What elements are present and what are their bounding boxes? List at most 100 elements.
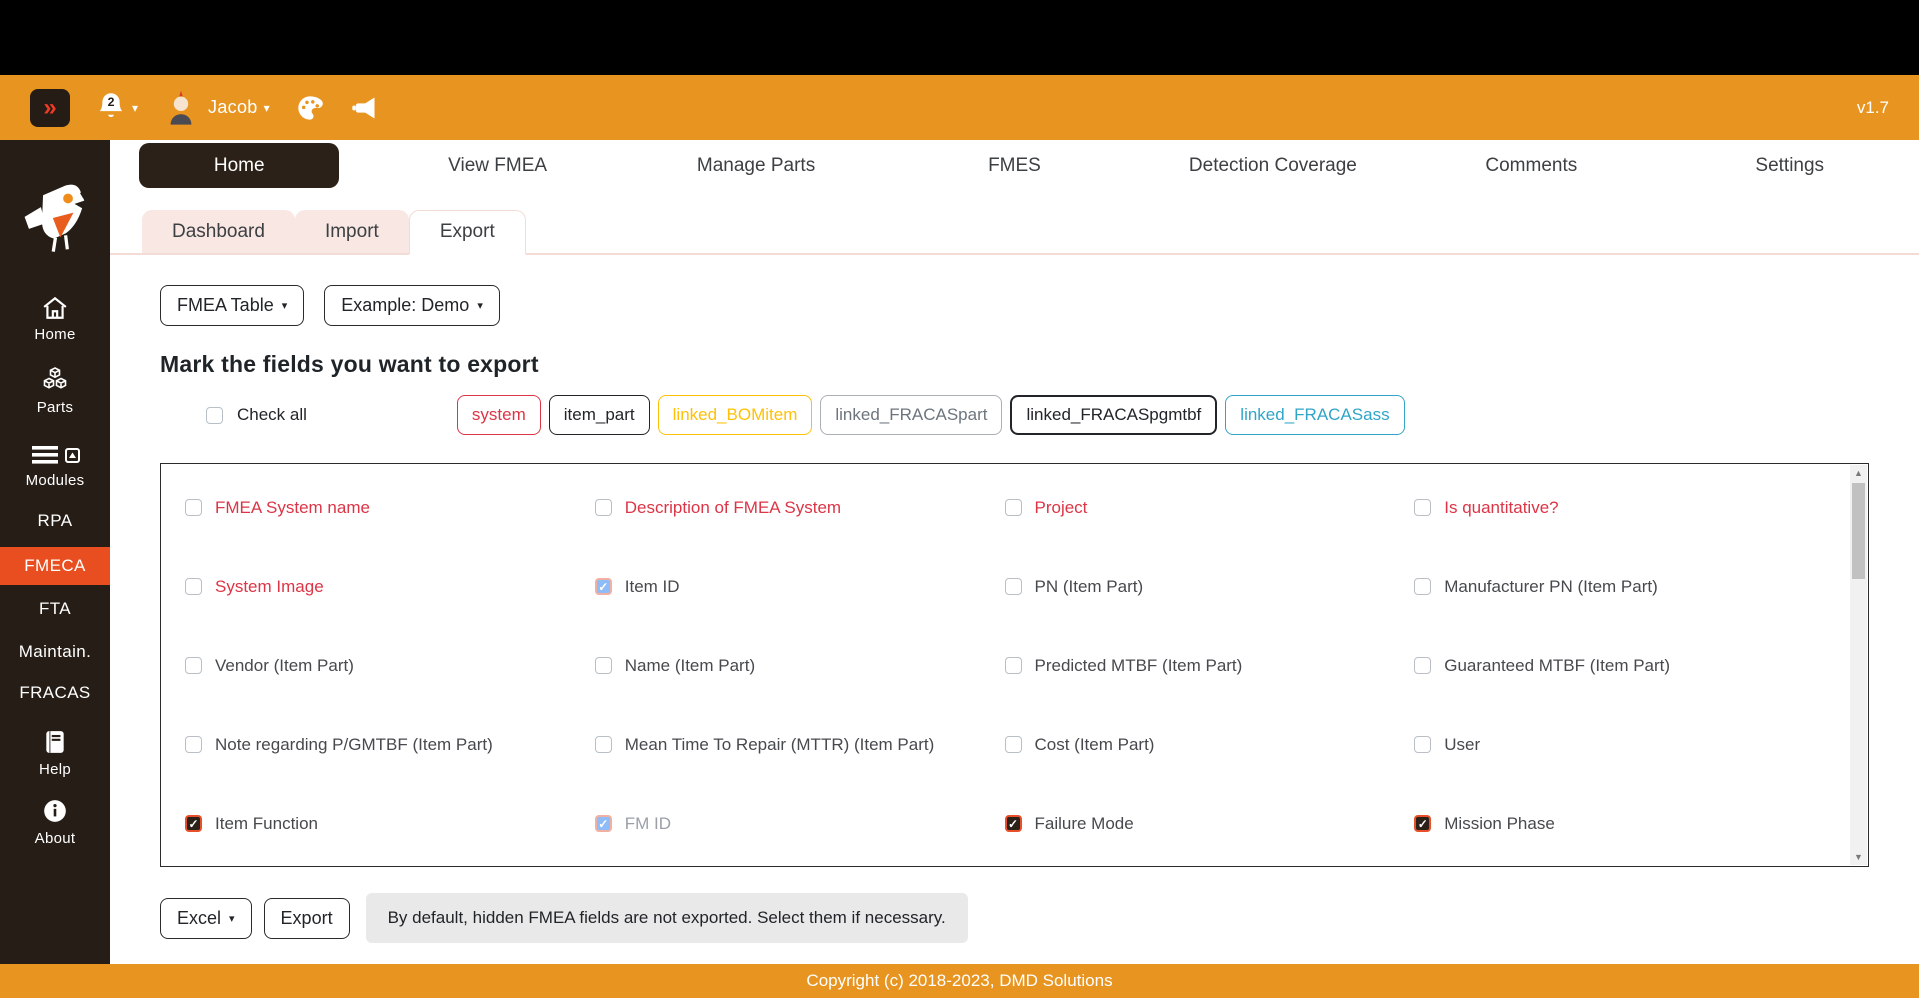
check-all-label: Check all (237, 405, 307, 425)
export-note: By default, hidden FMEA fields are not e… (366, 893, 968, 943)
checkbox[interactable] (595, 578, 612, 595)
menu-bars-icon (31, 444, 59, 466)
checkbox[interactable] (1414, 657, 1431, 674)
help-book-icon (42, 729, 68, 755)
sidebar-collapse-button[interactable]: » (30, 89, 70, 127)
field-fm-id[interactable]: FM ID (595, 814, 1005, 834)
badge-linked-bomitem[interactable]: linked_BOMitem (658, 395, 813, 435)
sidebar-item-modules[interactable]: Modules (0, 444, 110, 489)
field-project[interactable]: Project (1005, 498, 1415, 518)
tab-manage-parts[interactable]: Manage Parts (627, 143, 885, 188)
main-content: Home View FMEA Manage Parts FMES Detecti… (110, 140, 1919, 964)
user-avatar[interactable] (164, 90, 198, 126)
username[interactable]: Jacob (208, 97, 258, 118)
field-failure-mode[interactable]: Failure Mode (1005, 814, 1415, 834)
sidebar-item-help[interactable]: Help (0, 729, 110, 778)
badge-system[interactable]: system (457, 395, 541, 435)
checkbox[interactable] (185, 578, 202, 595)
field-cost-item-part[interactable]: Cost (Item Part) (1005, 735, 1415, 755)
field-is-quantitative[interactable]: Is quantitative? (1414, 498, 1824, 518)
example-dropdown[interactable]: Example: Demo ▾ (324, 285, 500, 326)
tab-view-fmea[interactable]: View FMEA (368, 143, 626, 188)
badge-linked-fracaspart[interactable]: linked_FRACASpart (820, 395, 1002, 435)
tab-fmes[interactable]: FMES (885, 143, 1143, 188)
field-mean-time-to-repair[interactable]: Mean Time To Repair (MTTR) (Item Part) (595, 735, 1005, 755)
checkbox[interactable] (595, 815, 612, 832)
sidebar-item-fracas[interactable]: FRACAS (0, 683, 110, 703)
field-fmea-system-name[interactable]: FMEA System name (185, 498, 595, 518)
checkbox[interactable] (595, 657, 612, 674)
sidebar-item-about[interactable]: About (0, 798, 110, 847)
sidebar-item-fta[interactable]: FTA (0, 599, 110, 619)
scrollbar-thumb[interactable] (1852, 483, 1865, 579)
badge-linked-fracaspgmtbf[interactable]: linked_FRACASpgmtbf (1010, 395, 1217, 435)
field-mission-phase[interactable]: Mission Phase (1414, 814, 1824, 834)
export-button[interactable]: Export (264, 898, 350, 939)
announcements-megaphone-icon[interactable] (350, 94, 378, 122)
sidebar-item-parts[interactable]: Parts (0, 367, 110, 416)
scroll-down-icon[interactable]: ▼ (1850, 849, 1867, 865)
checkbox[interactable] (1005, 499, 1022, 516)
checkbox[interactable] (1414, 578, 1431, 595)
field-item-function[interactable]: Item Function (185, 814, 595, 834)
tab-home[interactable]: Home (110, 143, 368, 188)
excel-format-dropdown[interactable]: Excel ▾ (160, 898, 252, 939)
checkbox[interactable] (595, 499, 612, 516)
sidebar-item-home[interactable]: Home (0, 296, 110, 343)
sidebar-item-fmeca[interactable]: FMECA (0, 547, 110, 585)
home-icon (42, 296, 68, 320)
checkbox[interactable] (1005, 815, 1022, 832)
field-item-id[interactable]: Item ID (595, 577, 1005, 597)
checkbox[interactable] (1414, 736, 1431, 753)
check-all-control[interactable]: Check all (206, 405, 307, 425)
checkbox[interactable] (1414, 499, 1431, 516)
subtab-dashboard[interactable]: Dashboard (142, 210, 295, 253)
theme-palette-icon[interactable] (296, 94, 324, 122)
chevron-down-icon: ▾ (229, 912, 235, 925)
badge-linked-fracasass[interactable]: linked_FRACASass (1225, 395, 1404, 435)
checkbox[interactable] (185, 736, 202, 753)
vertical-scrollbar[interactable]: ▲ ▼ (1850, 465, 1867, 865)
fmea-table-dropdown[interactable]: FMEA Table ▾ (160, 285, 304, 326)
tab-settings[interactable]: Settings (1661, 143, 1919, 188)
subtab-import[interactable]: Import (295, 210, 409, 253)
checkbox[interactable] (185, 815, 202, 832)
info-circle-icon (42, 798, 68, 824)
field-system-image[interactable]: System Image (185, 577, 595, 597)
cubes-icon (41, 367, 69, 393)
field-name-item-part[interactable]: Name (Item Part) (595, 656, 1005, 676)
table-badges: system item_part linked_BOMitem linked_F… (457, 395, 1405, 435)
checkall-badges-row: Check all system item_part linked_BOMite… (160, 394, 1869, 436)
sidebar-item-maintain[interactable]: Maintain. (0, 642, 110, 662)
tab-detection-coverage[interactable]: Detection Coverage (1144, 143, 1402, 188)
tab-comments[interactable]: Comments (1402, 143, 1660, 188)
checkbox[interactable] (1005, 736, 1022, 753)
field-note-regarding-pgmtbf[interactable]: Note regarding P/GMTBF (Item Part) (185, 735, 595, 755)
field-description-of-fmea-system[interactable]: Description of FMEA System (595, 498, 1005, 518)
scroll-up-icon[interactable]: ▲ (1850, 465, 1867, 481)
notifications-caret-icon[interactable]: ▾ (132, 101, 138, 115)
check-all-checkbox[interactable] (206, 407, 223, 424)
checkbox[interactable] (595, 736, 612, 753)
checkbox[interactable] (1414, 815, 1431, 832)
modules-expand-icon[interactable] (65, 448, 80, 463)
checkbox[interactable] (185, 657, 202, 674)
sidebar-item-rpa[interactable]: RPA (0, 511, 110, 531)
field-manufacturer-pn-item-part[interactable]: Manufacturer PN (Item Part) (1414, 577, 1824, 597)
notification-count: 2 (108, 95, 115, 109)
field-user[interactable]: User (1414, 735, 1824, 755)
field-pn-item-part[interactable]: PN (Item Part) (1005, 577, 1415, 597)
notifications-bell-icon[interactable]: 2 (96, 92, 126, 124)
field-guaranteed-mtbf-item-part[interactable]: Guaranteed MTBF (Item Part) (1414, 656, 1824, 676)
export-actions: Excel ▾ Export By default, hidden FMEA f… (160, 893, 1869, 943)
export-fields-panel: FMEA System name Description of FMEA Sys… (160, 463, 1869, 867)
page-title: Mark the fields you want to export (160, 351, 1869, 378)
field-predicted-mtbf-item-part[interactable]: Predicted MTBF (Item Part) (1005, 656, 1415, 676)
checkbox[interactable] (185, 499, 202, 516)
badge-item-part[interactable]: item_part (549, 395, 650, 435)
subtab-export[interactable]: Export (409, 210, 526, 255)
field-vendor-item-part[interactable]: Vendor (Item Part) (185, 656, 595, 676)
checkbox[interactable] (1005, 657, 1022, 674)
checkbox[interactable] (1005, 578, 1022, 595)
user-menu-caret-icon[interactable]: ▾ (264, 101, 270, 115)
